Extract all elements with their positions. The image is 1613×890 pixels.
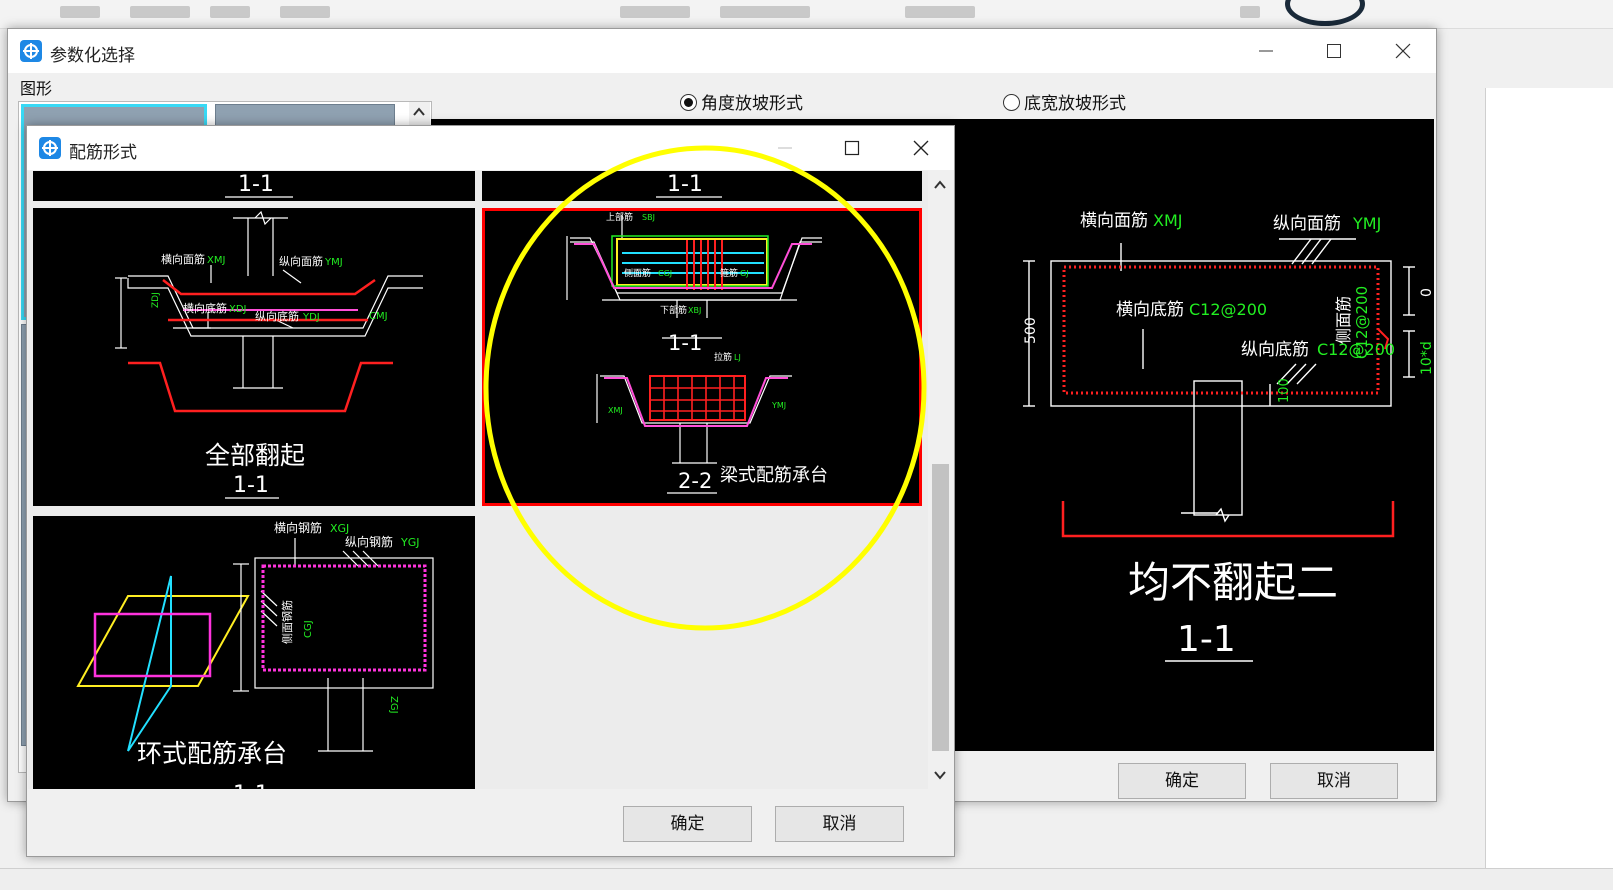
radio-dot-icon: [1003, 94, 1020, 111]
tile-code: CGJ: [303, 620, 314, 638]
tile-code: XMJ: [207, 255, 225, 266]
tile-label: 横向钢筋: [274, 520, 322, 535]
close-button[interactable]: [1373, 29, 1433, 73]
tile-label: 纵向钢筋: [345, 534, 393, 549]
background-panel: [1485, 88, 1613, 868]
tile-label: 横向面筋: [161, 252, 205, 266]
preview-dim-right: 10*d: [1419, 341, 1434, 375]
preview-dim-top: 0: [1419, 288, 1434, 297]
preview-section: 1-1: [1177, 619, 1236, 660]
tile-code: XGJ: [330, 522, 349, 535]
tile-section-label: 1-1: [233, 473, 269, 498]
maximize-button[interactable]: [1304, 29, 1364, 73]
tile-label: 侧面钢筋: [280, 600, 294, 644]
preview-dim-bottom: 100: [1277, 378, 1292, 403]
tile-code: ZGJ: [388, 696, 399, 714]
rebar-form-tile-ring-cap[interactable]: 横向钢筋 XGJ 纵向钢筋 YGJ 侧面钢筋 CGJ ZGJ 环式配筋承台 1-…: [33, 516, 475, 789]
radio-width-slope[interactable]: 底宽放坡形式: [1003, 89, 1126, 114]
radio-width-label: 底宽放坡形式: [1024, 94, 1126, 114]
tile-code: YDJ: [302, 312, 320, 323]
app-icon: [39, 137, 61, 159]
preview-code-long-top: YMJ: [1352, 214, 1381, 233]
preview-code-side: C12@200: [1353, 286, 1371, 359]
preview-label-cross-bottom: 横向底筋: [1116, 300, 1184, 320]
radio-angle-slope[interactable]: 角度放坡形式: [680, 89, 803, 114]
radio-dot-selected-icon: [680, 94, 697, 111]
radio-angle-label: 角度放坡形式: [701, 94, 803, 114]
app-logo-icon: [1285, 0, 1365, 26]
rebar-dialog-title: 配筋形式: [69, 143, 137, 163]
tile-code: YGJ: [400, 536, 420, 549]
tile-code: XDJ: [229, 304, 247, 315]
highlight-circle: [483, 145, 927, 631]
tile-code: ZDJ: [151, 292, 161, 308]
preview-code-cross-top: XMJ: [1153, 211, 1182, 230]
scroll-down-icon[interactable]: [930, 765, 950, 785]
tile-code: YMJ: [324, 257, 343, 268]
rebar-cancel-button[interactable]: 取消: [775, 806, 904, 842]
preview-label-side: 侧面筋: [1334, 296, 1353, 344]
tile-section-label: 1-1: [238, 172, 274, 197]
tile-label: 横向底筋: [183, 301, 227, 315]
preview-label-cross-top: 横向面筋: [1080, 211, 1148, 231]
status-bar: [0, 868, 1613, 890]
preview-label-long-top: 纵向面筋: [1273, 214, 1341, 234]
param-window-titlebar: 参数化选择: [8, 29, 1436, 73]
app-toolbar: [0, 0, 1613, 29]
param-cancel-button[interactable]: 取消: [1270, 763, 1398, 799]
tile-section-label: 1-1: [233, 782, 269, 789]
tile-caption: 环式配筋承台: [137, 739, 287, 768]
param-window-title: 参数化选择: [50, 46, 135, 66]
rebar-form-tile[interactable]: 1-1: [33, 171, 475, 201]
preview-dim-height: 500: [1023, 317, 1039, 344]
preview-code-cross-bottom: C12@200: [1189, 300, 1267, 319]
group-label: 图形: [20, 79, 53, 98]
rebar-form-tile-all-bent[interactable]: 横向面筋 XMJ 纵向面筋 YMJ 横向底筋 XDJ 纵向底筋 YDJ ZDJ …: [33, 208, 475, 506]
tile-caption: 全部翻起: [205, 441, 305, 470]
tile-code: CMJ: [369, 311, 388, 322]
preview-label-long-bottom: 纵向底筋: [1241, 340, 1309, 360]
tile-label: 纵向底筋: [255, 309, 299, 323]
tile-label: 纵向面筋: [279, 254, 323, 268]
app-icon: [20, 40, 42, 62]
minimize-button[interactable]: [1236, 29, 1296, 73]
preview-caption: 均不翻起二: [1128, 558, 1338, 607]
param-ok-button[interactable]: 确定: [1118, 763, 1246, 799]
rebar-ok-button[interactable]: 确定: [623, 806, 752, 842]
scroll-up-icon[interactable]: [409, 102, 429, 122]
